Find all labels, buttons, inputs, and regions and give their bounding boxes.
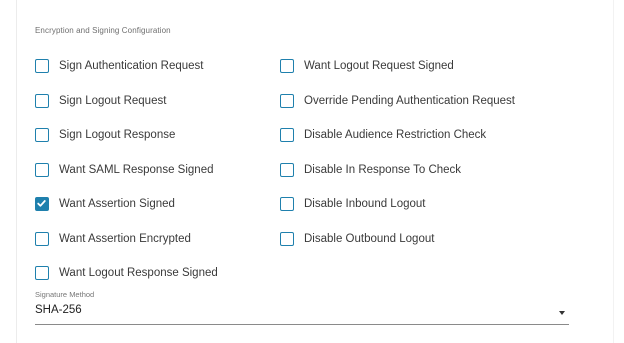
option-override-pending-authentication-request[interactable]: Override Pending Authentication Request [280,84,515,119]
option-sign-authentication-request[interactable]: Sign Authentication Request [35,49,218,84]
option-want-logout-request-signed[interactable]: Want Logout Request Signed [280,49,515,84]
checkbox[interactable] [280,231,294,246]
checkbox[interactable] [280,59,294,74]
checkbox[interactable] [35,128,49,143]
caret-down-icon[interactable] [559,311,565,315]
checkbox[interactable] [280,128,294,143]
option-label: Sign Authentication Request [59,60,204,73]
option-sign-logout-response[interactable]: Sign Logout Response [35,118,218,153]
section-title: Encryption and Signing Configuration [35,26,171,35]
checkbox-checked[interactable] [35,197,49,212]
option-label: Want SAML Response Signed [59,163,214,176]
option-disable-outbound-logout[interactable]: Disable Outbound Logout [280,222,515,257]
checkbox[interactable] [280,197,294,212]
option-label: Disable Audience Restriction Check [304,129,487,142]
option-disable-audience-restriction-check[interactable]: Disable Audience Restriction Check [280,118,515,153]
option-sign-logout-request[interactable]: Sign Logout Request [35,84,218,119]
option-label: Override Pending Authentication Request [304,94,515,107]
option-label: Want Logout Response Signed [59,267,218,280]
signature-method-value: SHA-256 [35,304,82,316]
checkbox[interactable] [35,59,49,74]
option-disable-inbound-logout[interactable]: Disable Inbound Logout [280,187,515,222]
encryption-signing-panel: Encryption and Signing Configuration Sig… [16,0,614,343]
option-want-logout-response-signed[interactable]: Want Logout Response Signed [35,256,218,291]
signature-method-select[interactable]: SHA-256 [35,302,569,325]
checkbox[interactable] [35,266,49,281]
option-label: Sign Logout Response [59,129,176,142]
option-label: Disable Outbound Logout [304,232,435,245]
option-want-assertion-encrypted[interactable]: Want Assertion Encrypted [35,222,218,257]
option-label: Want Logout Request Signed [304,60,454,73]
option-label: Want Assertion Encrypted [59,232,191,245]
signature-method-label: Signature Method [35,290,95,299]
checkbox[interactable] [35,93,49,108]
checkbox[interactable] [280,162,294,177]
options-right-column: Want Logout Request Signed Override Pend… [280,49,515,256]
checkbox[interactable] [35,231,49,246]
checkbox[interactable] [35,162,49,177]
option-disable-in-response-to-check[interactable]: Disable In Response To Check [280,153,515,188]
option-label: Want Assertion Signed [59,198,175,211]
option-want-assertion-signed[interactable]: Want Assertion Signed [35,187,218,222]
checkmark-icon [37,200,46,207]
options-left-column: Sign Authentication Request Sign Logout … [35,49,218,291]
option-label: Disable Inbound Logout [304,198,426,211]
option-want-saml-response-signed[interactable]: Want SAML Response Signed [35,153,218,188]
option-label: Disable In Response To Check [304,163,462,176]
checkbox[interactable] [280,93,294,108]
option-label: Sign Logout Request [59,94,167,107]
